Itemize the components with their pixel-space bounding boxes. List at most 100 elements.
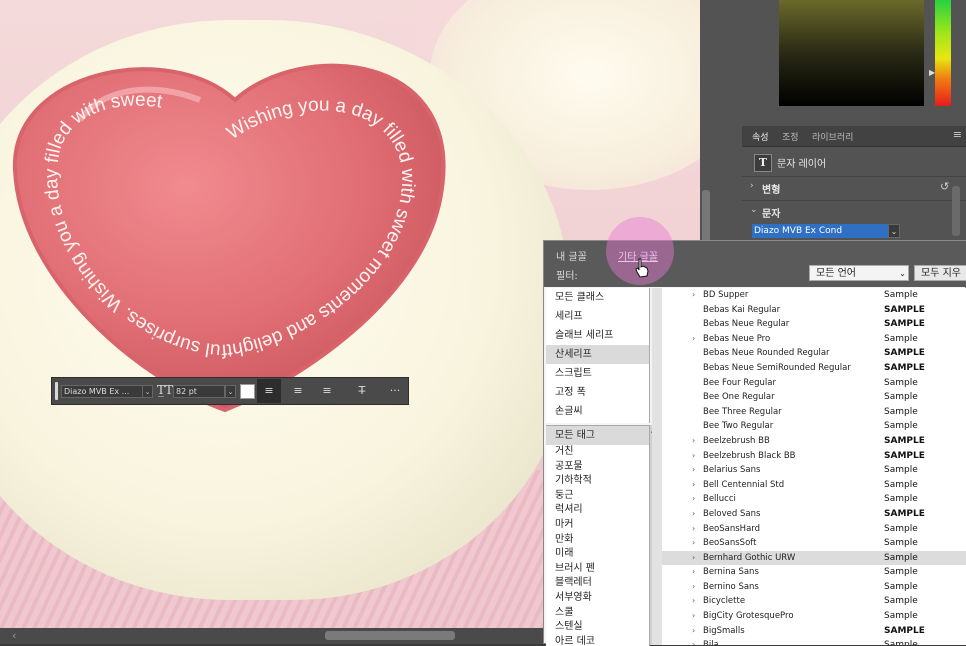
font-row[interactable]: › Bell Centennial Std Sample — [662, 478, 966, 493]
font-row[interactable]: Bebas Neue SemiRounded Regular SAMPLE — [662, 361, 966, 376]
expand-chevron-icon[interactable]: › — [692, 594, 695, 609]
tab-my-fonts[interactable]: 내 글꼴 — [556, 248, 587, 263]
panel-scroll-thumb[interactable] — [952, 186, 960, 236]
font-name: Bee Four Regular — [703, 377, 776, 388]
expand-chevron-icon[interactable]: › — [692, 609, 695, 624]
expand-chevron-icon[interactable]: › — [692, 478, 695, 493]
hue-slider-marker-icon[interactable]: ▶ — [929, 68, 935, 77]
expand-chevron-icon[interactable]: › — [692, 565, 695, 580]
expand-chevron-icon[interactable]: › — [692, 580, 695, 595]
font-row[interactable]: Bebas Kai Regular SAMPLE — [662, 303, 966, 318]
font-list-gutter — [652, 288, 662, 645]
chevron-down-icon: ⌄ — [750, 205, 758, 215]
tag-item[interactable]: 마커 — [546, 518, 649, 533]
font-row[interactable]: Bee Four Regular Sample — [662, 376, 966, 391]
class-item[interactable]: 고정 폭 — [546, 383, 649, 402]
expand-chevron-icon[interactable]: › — [692, 463, 695, 478]
tag-item[interactable]: 스텐실 — [546, 620, 649, 635]
class-item-selected[interactable]: 산세리프 — [546, 345, 649, 364]
align-right-button[interactable]: ≡ — [315, 379, 339, 403]
panel-menu-icon[interactable]: ≡ — [953, 128, 962, 141]
tag-item[interactable]: 스쿨 — [546, 606, 649, 621]
tag-item[interactable]: 아르 데코 — [546, 635, 649, 646]
font-row[interactable]: › Beelzebrush Black BB SAMPLE — [662, 449, 966, 464]
hue-slider[interactable] — [935, 0, 951, 106]
expand-chevron-icon[interactable]: › — [692, 434, 695, 449]
font-row[interactable]: › Bellucci Sample — [662, 492, 966, 507]
expand-chevron-icon[interactable]: › — [692, 332, 695, 347]
tag-item[interactable]: 공포물 — [546, 460, 649, 475]
font-row[interactable]: › Bernino Sans Sample — [662, 580, 966, 595]
font-row[interactable]: › BD Supper Sample — [662, 288, 966, 303]
tag-item[interactable]: 블랙레터 — [546, 576, 649, 591]
tag-item[interactable]: 거친 — [546, 445, 649, 460]
color-picker-field[interactable] — [779, 0, 924, 106]
tag-item[interactable]: 만화 — [546, 533, 649, 548]
class-item[interactable]: 슬래브 세리프 — [546, 326, 649, 345]
expand-chevron-icon[interactable]: › — [692, 492, 695, 507]
tag-item-selected[interactable]: 모든 태그 — [546, 426, 649, 445]
font-sample: SAMPLE — [884, 348, 925, 359]
reset-icon[interactable]: ↺ — [940, 180, 949, 193]
font-row[interactable]: › BeoSansSoft Sample — [662, 536, 966, 551]
font-row[interactable]: › Beelzebrush BB SAMPLE — [662, 434, 966, 449]
expand-chevron-icon[interactable]: › — [692, 288, 695, 303]
font-row[interactable]: Bee One Regular Sample — [662, 390, 966, 405]
language-select[interactable]: 모든 언어 ⌄ — [809, 265, 909, 281]
font-size-dropdown-icon[interactable]: ⌄ — [225, 385, 236, 398]
font-row-selected[interactable]: › Bernhard Gothic URW Sample — [662, 550, 966, 566]
font-sample: SAMPLE — [884, 450, 925, 461]
tag-item[interactable]: 브러시 펜 — [546, 562, 649, 577]
tab-properties[interactable]: 속성 — [752, 130, 769, 143]
section-transform[interactable]: › 변형 — [742, 176, 966, 199]
text-options-icon[interactable]: T̶ — [350, 379, 374, 403]
font-row[interactable]: Bebas Neue Regular SAMPLE — [662, 317, 966, 332]
font-row[interactable]: Bebas Neue Rounded Regular SAMPLE — [662, 346, 966, 361]
font-name: BeoSansSoft — [703, 538, 757, 549]
font-row[interactable]: Bee Two Regular Sample — [662, 419, 966, 434]
font-family-field[interactable]: Diazo MVB Ex ... — [61, 385, 143, 398]
tag-item[interactable]: 럭셔리 — [546, 503, 649, 518]
class-item[interactable]: 스크립트 — [546, 364, 649, 383]
more-options-button[interactable]: ··· — [383, 379, 407, 403]
font-dropdown-button[interactable]: ⌄ — [888, 224, 900, 238]
align-left-button[interactable]: ≡ — [257, 379, 281, 403]
font-row[interactable]: › Bicyclette Sample — [662, 594, 966, 609]
class-item[interactable]: 손글씨 — [546, 402, 649, 421]
tag-item[interactable]: 기하학적 — [546, 474, 649, 489]
align-center-button[interactable]: ≡ — [286, 379, 310, 403]
font-row[interactable]: › BigSmalls SAMPLE — [662, 624, 966, 639]
font-row[interactable]: › BigCity GrotesquePro Sample — [662, 609, 966, 624]
font-row[interactable]: › Bernina Sans Sample — [662, 565, 966, 580]
scroll-left-icon[interactable]: ‹ — [12, 629, 16, 642]
expand-chevron-icon[interactable]: › — [692, 507, 695, 522]
expand-chevron-icon[interactable]: › — [692, 449, 695, 464]
tag-item[interactable]: 둥근 — [546, 489, 649, 504]
font-name: Bicyclette — [703, 596, 746, 607]
font-row[interactable]: › Belarius Sans Sample — [662, 463, 966, 478]
tag-item[interactable]: 서부영화 — [546, 591, 649, 606]
font-row[interactable]: › Bebas Neue Pro Sample — [662, 332, 966, 347]
class-item[interactable]: 모든 클래스 — [546, 288, 649, 307]
expand-chevron-icon[interactable]: › — [692, 551, 695, 566]
font-name: Bernina Sans — [703, 567, 759, 578]
expand-chevron-icon[interactable]: › — [692, 522, 695, 537]
font-row[interactable]: › Beloved Sans SAMPLE — [662, 507, 966, 522]
text-color-swatch[interactable] — [240, 384, 255, 399]
font-family-input[interactable]: Diazo MVB Ex Cond — [752, 224, 888, 238]
drag-handle[interactable] — [55, 382, 58, 400]
tab-adjustments[interactable]: 조정 — [782, 130, 799, 143]
font-size-field[interactable]: 82 pt — [173, 385, 225, 398]
clear-all-button[interactable]: 모두 지우 — [914, 265, 966, 281]
section-character[interactable]: ⌄ 문자 — [742, 200, 966, 223]
font-family-dropdown-icon[interactable]: ⌄ — [142, 385, 153, 398]
font-row[interactable]: › BeoSansHard Sample — [662, 522, 966, 537]
expand-chevron-icon[interactable]: › — [692, 624, 695, 639]
tab-libraries[interactable]: 라이브러리 — [812, 130, 853, 143]
font-sample: Sample — [884, 479, 918, 490]
horizontal-scroll-thumb[interactable] — [325, 631, 455, 640]
expand-chevron-icon[interactable]: › — [692, 536, 695, 551]
font-row[interactable]: Bee Three Regular Sample — [662, 405, 966, 420]
class-item[interactable]: 세리프 — [546, 307, 649, 326]
tag-item[interactable]: 미래 — [546, 547, 649, 562]
